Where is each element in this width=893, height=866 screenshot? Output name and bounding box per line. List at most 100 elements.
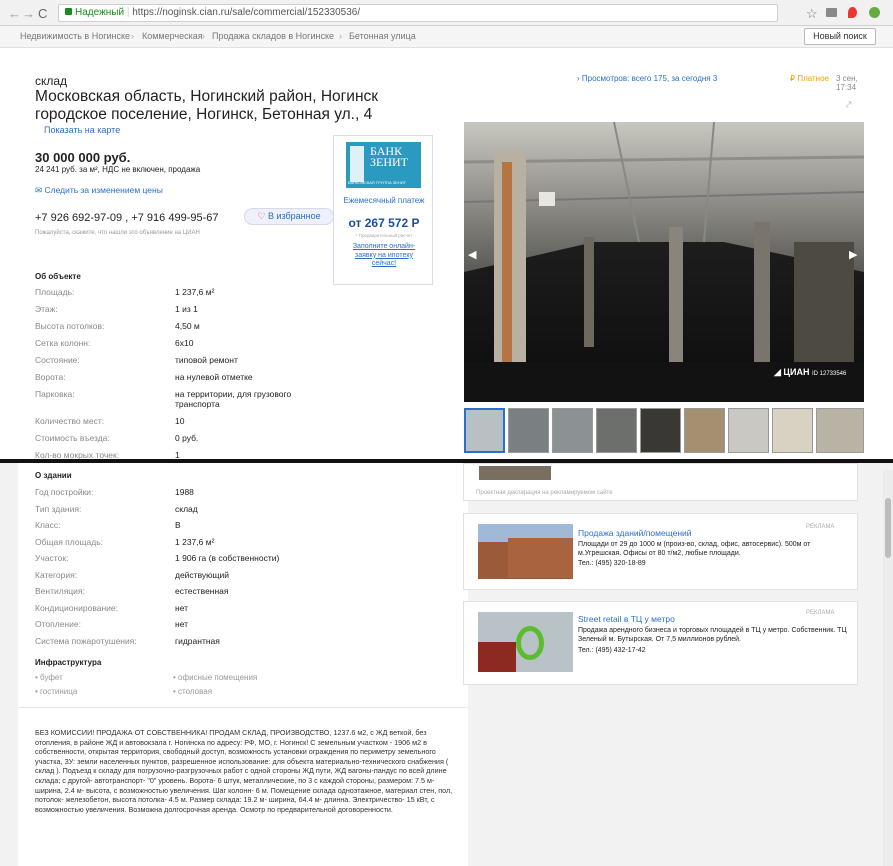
ad-title[interactable]: Продажа зданий/помещений xyxy=(578,528,692,538)
ad-card[interactable]: РЕКЛАМА Продажа зданий/помещений Площади… xyxy=(463,513,858,590)
bank-logo-text: БАНК ЗЕНИТ xyxy=(370,145,409,169)
location-extension-icon[interactable] xyxy=(848,7,857,18)
param-value: гидрантная xyxy=(175,635,220,646)
ad-title[interactable]: Street retail в ТЦ у метро xyxy=(578,614,675,624)
param-label: Тип здания: xyxy=(35,503,82,514)
param-label: Ворота: xyxy=(35,372,66,382)
thumbnail[interactable] xyxy=(552,408,593,453)
breadcrumb-item[interactable]: Недвижимость в Ногинске xyxy=(20,31,130,41)
section-divider xyxy=(18,707,468,708)
bank-name2: ЗЕНИТ xyxy=(370,155,409,169)
thumbnail[interactable] xyxy=(508,408,549,453)
about-building-title: О здании xyxy=(35,471,72,480)
thumbnail[interactable] xyxy=(684,408,725,453)
thumbnail[interactable] xyxy=(596,408,637,453)
param-label: Отопление: xyxy=(35,619,81,629)
views-counter[interactable]: › Просмотров: всего 175, за сегодня 3 xyxy=(577,74,717,83)
logo-mark xyxy=(350,146,364,182)
mention-note: Пожалуйста, скажите, что нашли это объяв… xyxy=(35,230,200,236)
back-icon[interactable]: ← xyxy=(8,6,21,21)
follow-price-link[interactable]: ✉ Следить за изменением цены xyxy=(35,185,163,196)
new-search-button[interactable]: Новый поиск xyxy=(804,28,876,45)
price: 30 000 000 руб. xyxy=(35,150,131,165)
extension2-icon[interactable] xyxy=(869,7,880,18)
param-value: склад xyxy=(175,503,198,514)
warehouse-photo xyxy=(464,122,864,402)
address-line1: Московская область, Ногинский район, Ног… xyxy=(35,88,379,105)
thumbnail[interactable] xyxy=(816,408,864,453)
mortgage-cta[interactable]: Заполните онлайн-заявку на ипотеку сейча… xyxy=(348,243,420,269)
param-value: 10 xyxy=(175,416,185,426)
thumbnail-active[interactable] xyxy=(464,408,505,453)
monthly-label: Ежемесячный платеж xyxy=(343,196,425,205)
about-object-title: Об объекте xyxy=(35,272,81,281)
breadcrumb-sep: › xyxy=(339,31,342,41)
ad-card[interactable]: РЕКЛАМА Street retail в ТЦ у метро Прода… xyxy=(463,601,858,685)
calc-note: * Предварительный расчет xyxy=(355,233,413,238)
address-bar[interactable]: Надежный | https://noginsk.cian.ru/sale/… xyxy=(58,4,778,22)
param-label: Площадь: xyxy=(35,287,75,297)
ad-phone: Тел.: (495) 320-18-89 xyxy=(578,560,646,567)
ad-image-building xyxy=(508,538,573,578)
param-value: B xyxy=(175,520,181,530)
breadcrumb-item[interactable]: Бетонная улица xyxy=(349,31,416,41)
param-value: на территории, для грузового транспорта xyxy=(175,389,292,409)
paid-text: Платное xyxy=(797,74,829,83)
ad-image xyxy=(479,466,551,480)
param-value: типовой ремонт xyxy=(175,355,238,365)
param-value: 1 237,6 м² xyxy=(175,536,215,547)
infrastructure-title: Инфраструктура xyxy=(35,658,102,667)
breadcrumb-item[interactable]: Коммерческая xyxy=(142,31,203,41)
thumbnail[interactable] xyxy=(640,408,681,453)
share-icon[interactable]: ⤤ xyxy=(846,100,852,111)
heart-icon: ♡ xyxy=(257,211,266,221)
ad-phone: Тел.: (495) 432-17-42 xyxy=(578,647,646,654)
mail-icon: ✉ xyxy=(35,185,43,195)
views-text: Просмотров: всего 175, за сегодня 3 xyxy=(581,74,718,83)
param-label: Участок: xyxy=(35,553,69,563)
param-label: Год постройки: xyxy=(35,487,94,497)
extension-icon[interactable] xyxy=(826,8,837,17)
infra-item-text: офисные помещения xyxy=(178,673,258,682)
show-map-link[interactable]: Показать на карте xyxy=(44,125,120,135)
top-screenshot: ← → C Надежный | https://noginsk.cian.ru… xyxy=(0,0,893,460)
follow-text: Следить за изменением цены xyxy=(44,185,163,195)
param-value: нет xyxy=(175,602,189,613)
next-photo-icon[interactable]: ▶ xyxy=(849,248,857,261)
param-value: 1 из 1 xyxy=(175,304,198,314)
bank-logo: БАНК ЗЕНИТ БАНКОВСКАЯ ГРУППА ЗЕНИТ xyxy=(346,142,421,188)
phone-numbers[interactable]: +7 926 692-97-09 , +7 916 499-95-67 xyxy=(35,212,218,224)
infra-item: • офисные помещения xyxy=(173,673,258,682)
lock-icon xyxy=(65,8,72,15)
reload-icon[interactable]: C xyxy=(38,6,47,21)
prev-photo-icon[interactable]: ◀ xyxy=(468,248,476,261)
ad-image xyxy=(478,524,573,579)
watermark-id: ID 12733546 xyxy=(811,371,847,377)
star-icon[interactable]: ☆ xyxy=(806,6,818,22)
param-value: 4,50 м xyxy=(175,321,200,331)
param-value: на нулевой отметке xyxy=(175,372,253,382)
param-label: Парковка: xyxy=(35,389,75,399)
param-value: естественная xyxy=(175,586,229,596)
param-value: 0 руб. xyxy=(175,433,199,443)
scrollbar[interactable] xyxy=(883,470,893,866)
infra-item-text: столовая xyxy=(178,687,213,696)
param-label: Кондиционирование: xyxy=(35,602,118,613)
favorite-text: В избранное xyxy=(267,211,321,221)
url-text: https://noginsk.cian.ru/sale/commercial/… xyxy=(132,7,361,18)
bank-group: БАНКОВСКАЯ ГРУППА ЗЕНИТ xyxy=(348,180,407,185)
ad-top-fragment: Проектная декларация на рекламируемом са… xyxy=(463,463,858,501)
photo-gallery[interactable]: ◀ ▶ ◢ ЦИАН ID 12733546 xyxy=(464,122,864,402)
breadcrumb-item[interactable]: Продажа складов в Ногинске xyxy=(212,31,334,41)
thumbnail[interactable] xyxy=(728,408,769,453)
breadcrumb-sep: › xyxy=(131,31,134,41)
infra-item-text: буфет xyxy=(40,673,63,682)
param-label: Система пожаротушения: xyxy=(35,635,137,646)
listing-title: Московская область, Ногинский район, Ног… xyxy=(35,88,405,124)
bank-zenit-widget[interactable]: БАНК ЗЕНИТ БАНКОВСКАЯ ГРУППА ЗЕНИТ Ежеме… xyxy=(333,135,433,285)
thumbnail[interactable] xyxy=(772,408,813,453)
ad-image-store xyxy=(478,642,516,672)
forward-icon[interactable]: → xyxy=(22,6,35,21)
favorite-button[interactable]: ♡ В избранное xyxy=(244,208,334,225)
scrollbar-thumb[interactable] xyxy=(885,498,891,558)
